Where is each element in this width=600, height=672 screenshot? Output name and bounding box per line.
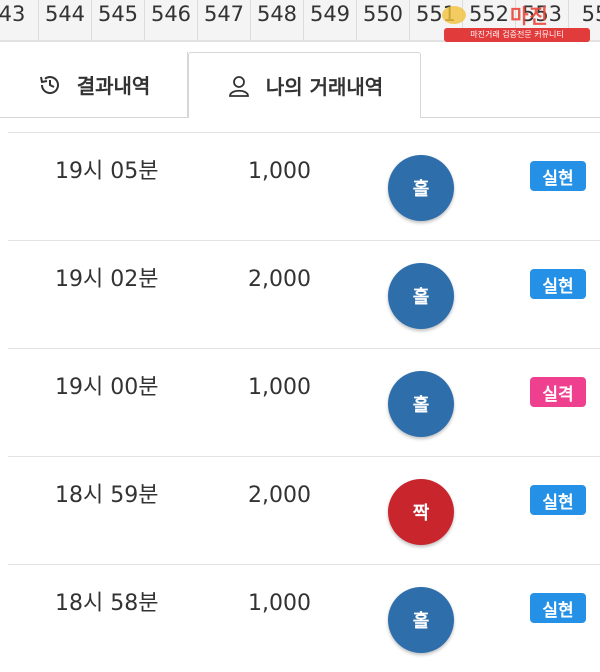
trade-time: 19시 05분 bbox=[55, 159, 159, 184]
status-badge: 실현 bbox=[530, 485, 586, 515]
history-tabs: 결과내역 나의 거래내역 bbox=[0, 52, 600, 118]
round-number[interactable]: 545 bbox=[92, 0, 145, 40]
trade-amount: 2,000 bbox=[248, 267, 311, 292]
user-icon bbox=[228, 75, 249, 97]
pick-odd-badge: 홀 bbox=[388, 263, 454, 329]
tab-label: 결과내역 bbox=[76, 74, 151, 98]
trade-amount: 1,000 bbox=[248, 159, 311, 184]
round-number[interactable]: 550 bbox=[357, 0, 410, 40]
status-badge: 실현 bbox=[530, 161, 586, 191]
trade-time: 19시 02분 bbox=[55, 267, 159, 292]
tab-results-history[interactable]: 결과내역 bbox=[0, 52, 188, 118]
trade-amount: 1,000 bbox=[248, 375, 311, 400]
watermark-logo: 마진 bbox=[510, 4, 549, 28]
trade-row: 19시 05분 1,000 홀 실현 bbox=[8, 132, 600, 240]
trade-time: 18시 59분 bbox=[55, 483, 159, 508]
pick-odd-badge: 홀 bbox=[388, 371, 454, 437]
status-badge: 실현 bbox=[530, 593, 586, 623]
round-number[interactable]: 43 bbox=[0, 0, 39, 40]
round-number[interactable]: 547 bbox=[198, 0, 251, 40]
site-watermark: 마진 마진거래 검증전문 커뮤니티 bbox=[442, 4, 592, 42]
trade-time: 19시 00분 bbox=[55, 375, 159, 400]
trade-history-list: 19시 05분 1,000 홀 실현 19시 02분 2,000 홀 실현 19… bbox=[8, 132, 600, 672]
round-number[interactable]: 544 bbox=[39, 0, 92, 40]
status-badge: 실현 bbox=[530, 269, 586, 299]
history-icon bbox=[39, 75, 59, 94]
trade-row: 18시 59분 2,000 짝 실현 bbox=[8, 456, 600, 564]
round-number[interactable]: 546 bbox=[145, 0, 198, 40]
trade-row: 19시 00분 1,000 홀 실격 bbox=[8, 348, 600, 456]
round-number[interactable]: 549 bbox=[304, 0, 357, 40]
pick-even-badge: 짝 bbox=[388, 479, 454, 545]
status-badge: 실격 bbox=[530, 377, 586, 407]
tab-spacer bbox=[421, 52, 600, 118]
tab-label: 나의 거래내역 bbox=[265, 75, 384, 99]
trade-amount: 2,000 bbox=[248, 483, 311, 508]
trade-time: 18시 58분 bbox=[55, 591, 159, 616]
pick-odd-badge: 홀 bbox=[388, 155, 454, 221]
pick-odd-badge: 홀 bbox=[388, 587, 454, 653]
trade-row: 19시 02분 2,000 홀 실현 bbox=[8, 240, 600, 348]
trade-amount: 1,000 bbox=[248, 591, 311, 616]
round-number[interactable]: 548 bbox=[251, 0, 304, 40]
tab-my-trades[interactable]: 나의 거래내역 bbox=[188, 52, 421, 118]
watermark-subtitle: 마진거래 검증전문 커뮤니티 bbox=[444, 28, 590, 42]
trade-row: 18시 58분 1,000 홀 실현 bbox=[8, 564, 600, 672]
